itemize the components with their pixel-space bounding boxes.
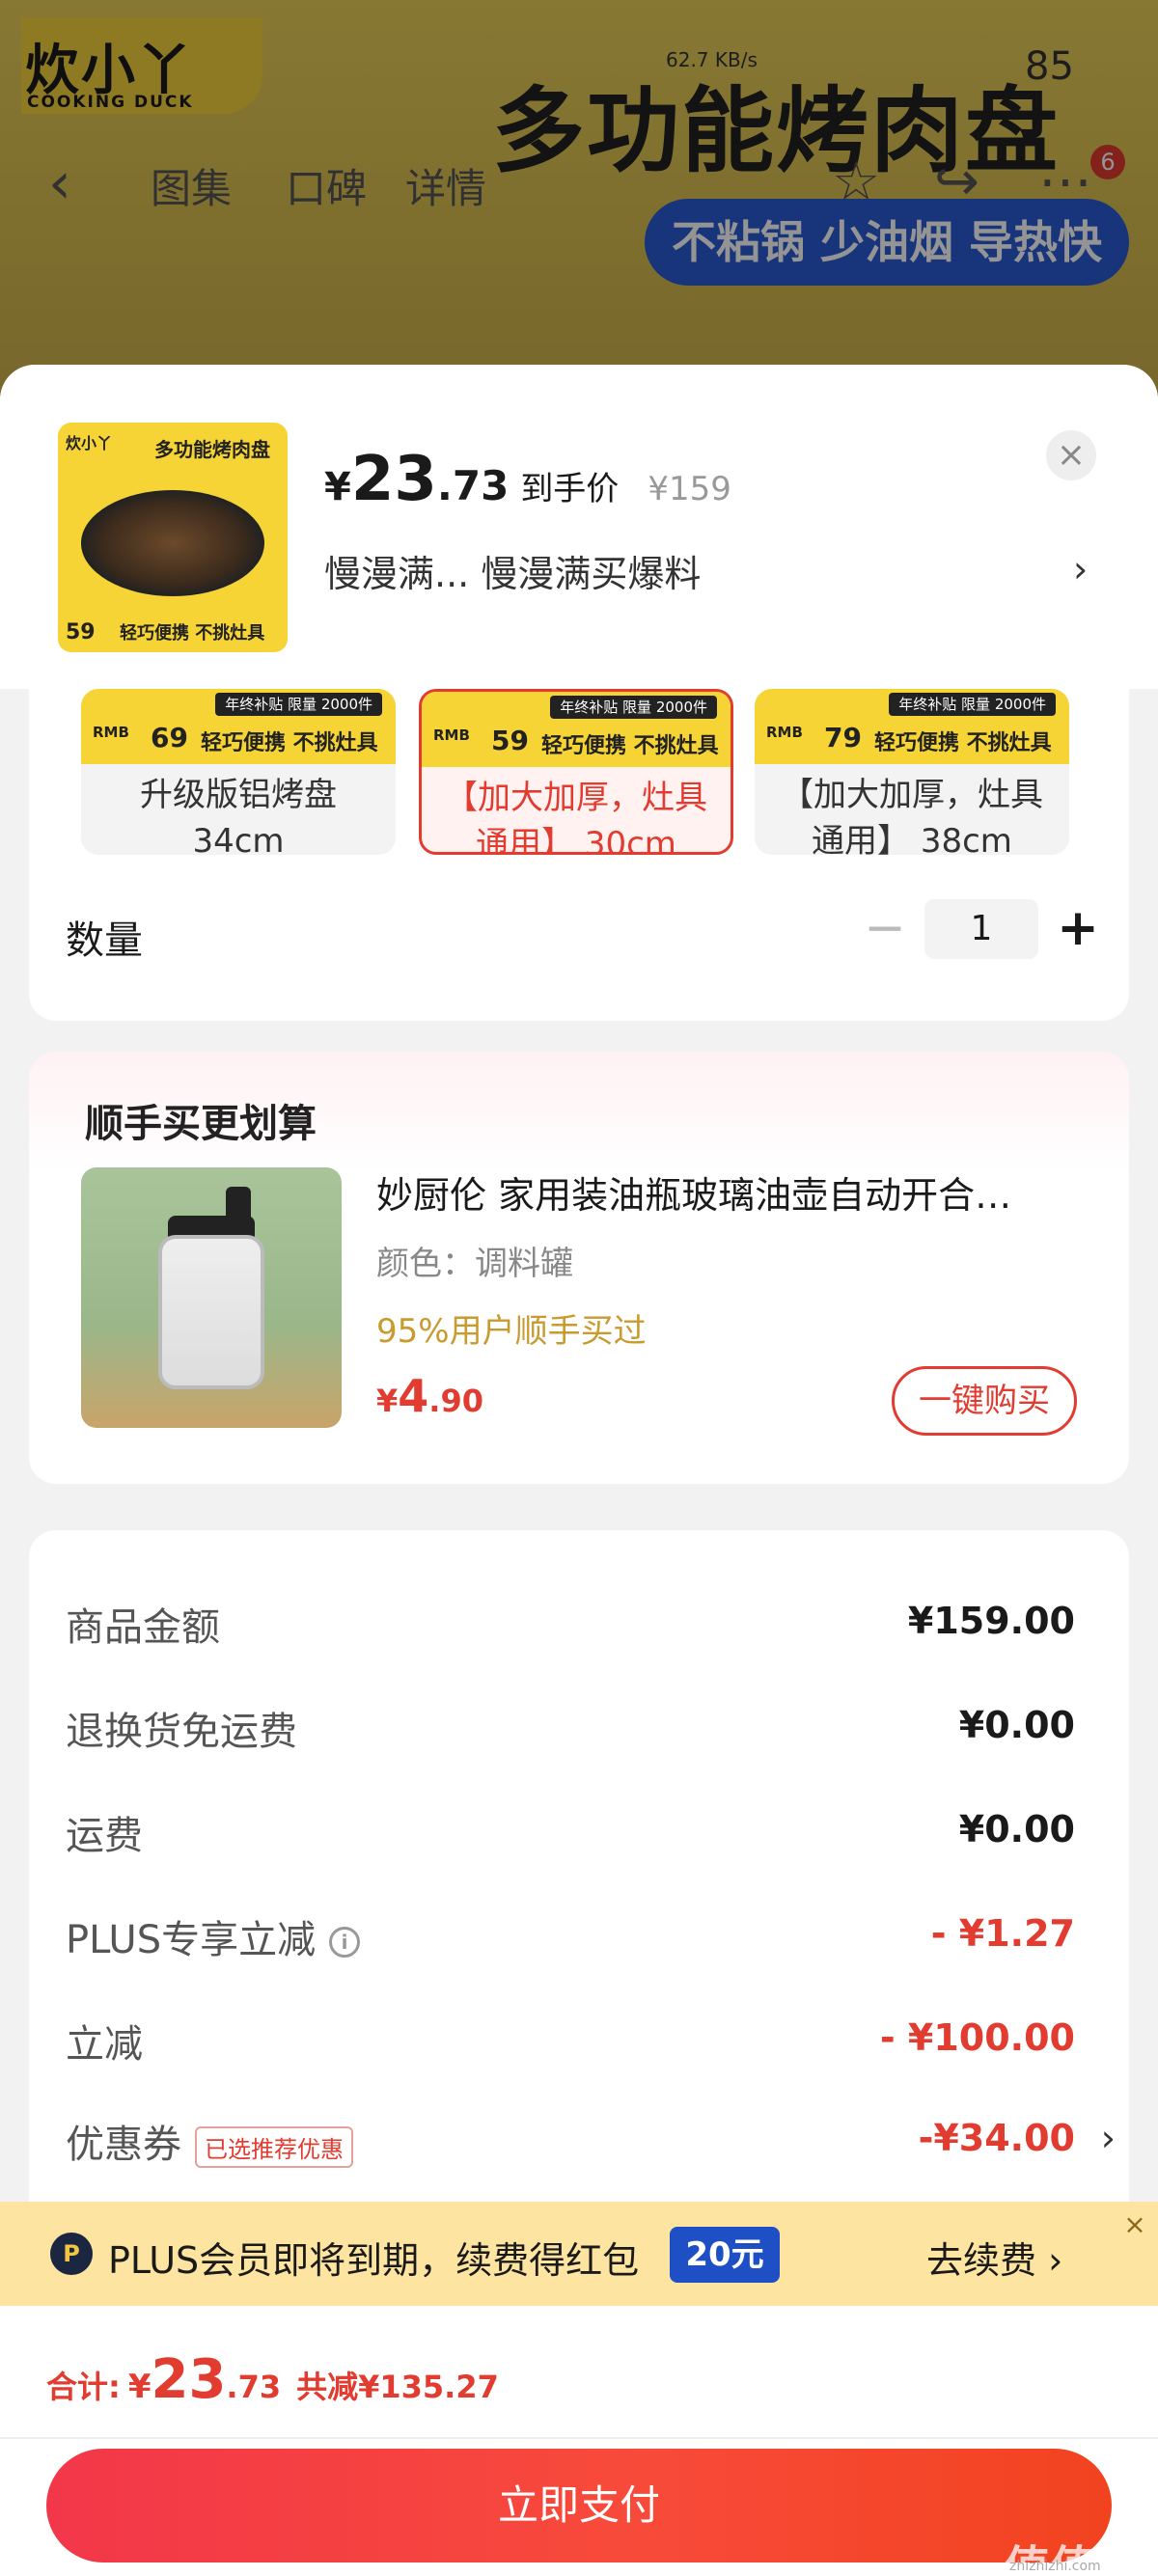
one-click-buy-button[interactable]: 一键购买 [892, 1366, 1077, 1436]
variant-image-strip: 年终补贴 限量 2000件 RMB 69 轻巧便携 不挑灶具 [81, 689, 396, 764]
summary-value: -¥34.00 [918, 2117, 1075, 2159]
variant-option-38cm[interactable]: 年终补贴 限量 2000件 RMB 79 轻巧便携 不挑灶具 【加大加厚，灶具通… [755, 689, 1069, 855]
coupon-recommended-tag: 已选推荐优惠 [195, 2125, 353, 2168]
pay-now-button[interactable]: 立即支付 [46, 2449, 1112, 2562]
promotion-chevron-icon[interactable]: › [1073, 548, 1088, 590]
addon-price-integer: 4 [398, 1370, 429, 1422]
variant-slogan: 轻巧便携 不挑灶具 [874, 731, 1052, 755]
total-integer: 23 [151, 2348, 227, 2411]
addon-title: 顺手买更划算 [85, 1102, 317, 1146]
info-icon[interactable]: i [329, 1927, 361, 1958]
total-currency: ¥ [127, 2368, 152, 2406]
order-total: 合计: ¥23.73 共减¥135.27 [46, 2348, 499, 2411]
thumbnail-price: 59 [66, 620, 96, 644]
thumbnail-logo: 炊小丫 [66, 434, 113, 452]
promotion-text[interactable]: 慢漫满... 慢漫满买爆料 [324, 544, 701, 597]
variant-label: 升级版铝烤盘 34cm [140, 776, 337, 855]
variant-selector: 年终补贴 限量 2000件 RMB 69 轻巧便携 不挑灶具 升级版铝烤盘 34… [29, 689, 1129, 1021]
plus-renew-link[interactable]: 去续费 › [926, 2231, 1062, 2284]
original-price: ¥159 [648, 470, 731, 508]
final-price: ¥23.73 到手价 ¥159 [324, 444, 731, 515]
variant-image-strip: 年终补贴 限量 2000件 RMB 59 轻巧便携 不挑灶具 [422, 692, 731, 767]
variant-image-strip: 年终补贴 限量 2000件 RMB 79 轻巧便携 不挑灶具 [755, 689, 1069, 764]
summary-label: 运费 [66, 1814, 143, 1858]
total-saving: 共减¥135.27 [296, 2369, 499, 2405]
variant-currency: RMB [93, 724, 129, 741]
variant-label: 【加大加厚，灶具通用】 30cm [445, 779, 707, 855]
price-tag-label: 到手价 [520, 470, 620, 508]
price-currency: ¥ [324, 465, 351, 509]
summary-row-plus-discount: PLUS专享立减 i - ¥1.27 [29, 1901, 1129, 1968]
quantity-input[interactable]: 1 [924, 899, 1038, 959]
summary-value: - ¥1.27 [930, 1912, 1075, 1955]
watermark-site: zhizhizhi.com [1009, 2559, 1101, 2574]
addon-product-name[interactable]: 妙厨伦 家用装油瓶玻璃油壶自动开合… [376, 1165, 1110, 1219]
sheet-header: 炊小丫 多功能烤肉盘 59 轻巧便携 不挑灶具 ¥23.73 到手价 ¥159 慢漫… [0, 365, 1158, 689]
variant-label: 【加大加厚，灶具通用】 38cm [781, 776, 1043, 855]
oil-bottle-jar [158, 1235, 264, 1389]
summary-value: - ¥100.00 [879, 2016, 1075, 2059]
coupon-label: 优惠券 [66, 2123, 181, 2167]
plus-renewal-banner[interactable]: P PLUS会员即将到期，续费得红包 20元 去续费 › × [0, 2202, 1158, 2306]
plus-logo-icon: P [50, 2233, 93, 2275]
quantity-increase-button[interactable]: + [1054, 899, 1102, 957]
variant-promo-tag: 年终补贴 限量 2000件 [550, 696, 717, 719]
total-decimal: .73 [226, 2369, 282, 2405]
addon-price-decimal: .90 [428, 1383, 483, 1419]
summary-label: PLUS专享立减 i [66, 1908, 361, 1964]
total-label: 合计: [46, 2369, 121, 2405]
close-button[interactable]: × [1046, 430, 1096, 480]
variant-currency: RMB [766, 724, 803, 741]
variant-promo-tag: 年终补贴 限量 2000件 [215, 693, 382, 716]
variant-image-price: 59 [491, 725, 529, 756]
variant-promo-tag: 年终补贴 限量 2000件 [889, 693, 1056, 716]
summary-value: ¥0.00 [958, 1704, 1075, 1746]
addon-product-spec: 颜色：调料罐 [376, 1245, 573, 1283]
product-thumbnail: 炊小丫 多功能烤肉盘 59 轻巧便携 不挑灶具 [58, 423, 288, 652]
addon-price: ¥4.90 [376, 1370, 483, 1422]
variant-option-34cm[interactable]: 年终补贴 限量 2000件 RMB 69 轻巧便携 不挑灶具 升级版铝烤盘 34… [81, 689, 396, 855]
plus-discount-label: PLUS专享立减 [66, 1918, 317, 1962]
summary-label: 退换货免运费 [66, 1710, 297, 1754]
divider [0, 2437, 1158, 2439]
addon-product-image[interactable] [81, 1167, 342, 1428]
variant-option-30cm[interactable]: 年终补贴 限量 2000件 RMB 59 轻巧便携 不挑灶具 【加大加厚，灶具通… [419, 689, 733, 855]
coupon-chevron-icon[interactable]: › [1101, 2117, 1116, 2159]
thumbnail-slogan: 轻巧便携 不挑灶具 [120, 623, 265, 644]
addon-card: 顺手买更划算 妙厨伦 家用装油瓶玻璃油壶自动开合… 颜色：调料罐 95%用户顺手… [29, 1052, 1129, 1484]
addon-social-proof: 95%用户顺手买过 [376, 1312, 647, 1351]
plus-renewal-text: PLUS会员即将到期，续费得红包 [108, 2239, 640, 2282]
summary-row-return-shipping: 退换货免运费 ¥0.00 [29, 1692, 1129, 1760]
product-page-background: 炊小丫 COOKING DUCK 62.7 KB/s 85 多功能烤肉盘 不粘锅… [0, 0, 1158, 405]
quantity-label: 数量 [66, 918, 143, 963]
thumbnail-price-strip: 59 轻巧便携 不挑灶具 [58, 608, 288, 652]
price-summary: 商品金额 ¥159.00 退换货免运费 ¥0.00 运费 ¥0.00 PLUS专… [29, 1530, 1129, 2225]
summary-row-goods-amount: 商品金额 ¥159.00 [29, 1588, 1129, 1656]
summary-row-instant-discount: 立减 - ¥100.00 [29, 2005, 1129, 2072]
summary-label: 商品金额 [66, 1605, 220, 1650]
plus-reward-amount: 20元 [670, 2227, 780, 2283]
quantity-decrease-button[interactable]: − [861, 899, 909, 957]
summary-row-coupon[interactable]: 优惠券 已选推荐优惠 -¥34.00 › [29, 2105, 1129, 2173]
thumbnail-title: 多功能烤肉盘 [154, 438, 270, 461]
variant-image-price: 79 [824, 722, 862, 754]
banner-close-icon[interactable]: × [1119, 2209, 1150, 2240]
grill-pan-image [81, 490, 264, 596]
variant-currency: RMB [433, 726, 470, 744]
summary-value: ¥0.00 [958, 1808, 1075, 1850]
summary-label: 优惠券 已选推荐优惠 [66, 2113, 353, 2169]
price-integer: 23 [350, 444, 437, 515]
variant-image-price: 69 [151, 722, 188, 754]
summary-value: ¥159.00 [907, 1600, 1075, 1642]
modal-overlay[interactable] [0, 0, 1158, 405]
variant-slogan: 轻巧便携 不挑灶具 [201, 731, 378, 755]
summary-label: 立减 [66, 2022, 143, 2067]
variant-slogan: 轻巧便携 不挑灶具 [541, 734, 719, 758]
summary-row-shipping: 运费 ¥0.00 [29, 1796, 1129, 1864]
price-decimal: .73 [436, 462, 510, 509]
checkout-bar: 合计: ¥23.73 共减¥135.27 立即支付 [0, 2306, 1158, 2576]
addon-price-currency: ¥ [376, 1383, 399, 1419]
